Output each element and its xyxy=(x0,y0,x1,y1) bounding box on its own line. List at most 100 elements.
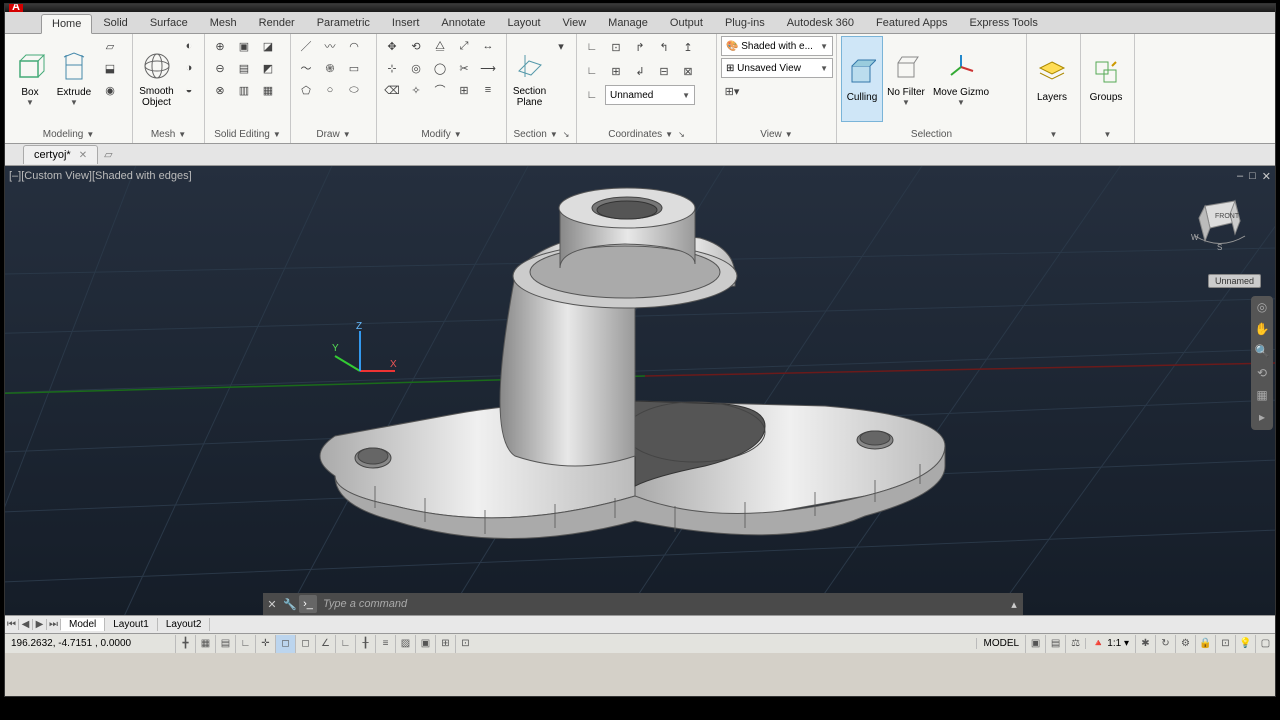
tab-express-tools[interactable]: Express Tools xyxy=(959,13,1049,33)
smooth-less-button[interactable]: ◑ xyxy=(178,58,200,78)
panel-mesh-label[interactable]: Mesh▼ xyxy=(137,125,200,143)
infer-constraints-button[interactable]: ╋ xyxy=(175,635,195,653)
otrack-button[interactable]: ∠ xyxy=(315,635,335,653)
scale-button[interactable]: ⤢ xyxy=(453,36,475,56)
panel-groups-label[interactable]: ▼ xyxy=(1085,125,1130,143)
ucs-y-button[interactable]: ↰ xyxy=(653,37,675,57)
layers-button[interactable]: Layers xyxy=(1031,36,1073,122)
3d-move-button[interactable]: ⊹ xyxy=(381,58,403,78)
view-cube[interactable]: FRONT W S xyxy=(1185,186,1255,256)
edge-button[interactable]: ◩ xyxy=(257,58,279,78)
ucs-view-button[interactable]: ⊟ xyxy=(653,61,675,81)
arc-button[interactable]: ◠ xyxy=(343,36,365,56)
showmotion-button[interactable]: ▦ xyxy=(1254,388,1270,404)
close-viewport-button[interactable]: ✕ xyxy=(1262,170,1271,183)
shell-button[interactable]: ▦ xyxy=(257,80,279,100)
polygon-button[interactable]: ⬠ xyxy=(295,80,317,100)
spline-button[interactable]: ～ xyxy=(295,58,317,78)
array-button[interactable]: ⊞ xyxy=(453,80,475,100)
workspace-button[interactable]: ⚙ xyxy=(1175,635,1195,653)
subtract-button[interactable]: ⊖ xyxy=(209,58,231,78)
panel-draw-label[interactable]: Draw▼ xyxy=(295,125,372,143)
presspull-button[interactable]: ⬓ xyxy=(99,58,121,78)
dyn-button[interactable]: ╂ xyxy=(355,635,375,653)
rotate-button[interactable]: ⟲ xyxy=(405,36,427,56)
ucs-x-button[interactable]: ↱ xyxy=(629,37,651,57)
scale-readout[interactable]: 🔺 1:1 ▾ xyxy=(1085,638,1135,649)
model-space-button[interactable]: MODEL xyxy=(976,638,1025,649)
tab-annotate[interactable]: Annotate xyxy=(430,13,496,33)
close-icon[interactable]: ✕ xyxy=(79,150,87,161)
file-tab-active[interactable]: certyoj*✕ xyxy=(23,145,98,164)
extract-edge-button[interactable]: ▤ xyxy=(233,58,255,78)
smooth-object-button[interactable]: Smooth Object xyxy=(137,36,176,122)
tab-featured-apps[interactable]: Featured Apps xyxy=(865,13,959,33)
tab-insert[interactable]: Insert xyxy=(381,13,431,33)
panel-coordinates-label[interactable]: Coordinates▼↘ xyxy=(581,125,712,143)
layout-next-button[interactable]: ▶ xyxy=(33,619,47,630)
revolve-button[interactable]: ◉ xyxy=(99,80,121,100)
polar-button[interactable]: ✛ xyxy=(255,635,275,653)
cmd-history-button[interactable]: ▴ xyxy=(1005,595,1023,613)
tab-render[interactable]: Render xyxy=(248,13,306,33)
refine-mesh-button[interactable]: ◒ xyxy=(178,80,200,100)
section-flyout-button[interactable]: ▾ xyxy=(550,36,572,56)
move-button[interactable]: ✥ xyxy=(381,36,403,56)
view-config-button[interactable]: ⊞▾ xyxy=(721,81,743,101)
ellipse-button[interactable]: ⬭ xyxy=(343,80,365,100)
face-button[interactable]: ◪ xyxy=(257,36,279,56)
new-file-tab-button[interactable]: ▱ xyxy=(98,145,118,164)
transparency-button[interactable]: ▨ xyxy=(395,635,415,653)
imprint-button[interactable]: ▥ xyxy=(233,80,255,100)
toolbar-lock-button[interactable]: 🔒 xyxy=(1195,635,1215,653)
tab-surface[interactable]: Surface xyxy=(139,13,199,33)
grid-button[interactable]: ▤ xyxy=(215,635,235,653)
tab-output[interactable]: Output xyxy=(659,13,714,33)
ucs-3p-button[interactable]: ↲ xyxy=(629,61,651,81)
auto-scale-button[interactable]: ↻ xyxy=(1155,635,1175,653)
ucs-icon-button[interactable]: ∟ xyxy=(581,37,603,57)
groups-button[interactable]: Groups xyxy=(1085,36,1127,122)
tab-solid[interactable]: Solid xyxy=(92,13,138,33)
extrude-face-button[interactable]: ▣ xyxy=(233,36,255,56)
ucs-named-button[interactable]: ∟ xyxy=(581,85,603,105)
panel-section-label[interactable]: Section▼↘ xyxy=(511,125,572,143)
viewport[interactable]: X Y Z [–][Custom View][Shaded with edges… xyxy=(5,166,1275,615)
culling-button[interactable]: Culling xyxy=(841,36,883,122)
trim-button[interactable]: ✂ xyxy=(453,58,475,78)
panel-solid-editing-label[interactable]: Solid Editing▼ xyxy=(209,125,286,143)
line-button[interactable]: ／ xyxy=(295,36,317,56)
viewcube-unnamed-label[interactable]: Unnamed xyxy=(1208,274,1261,288)
tab-view[interactable]: View xyxy=(552,13,598,33)
cmd-options-button[interactable]: 🔧 xyxy=(281,595,299,613)
lineweight-button[interactable]: ≡ xyxy=(375,635,395,653)
annotation-scale-button[interactable]: ⚖ xyxy=(1065,635,1085,653)
quickview-drawings-button[interactable]: ▤ xyxy=(1045,635,1065,653)
extrude-button[interactable]: Extrude ▼ xyxy=(53,36,95,122)
3d-rotate-button[interactable]: ◎ xyxy=(405,58,427,78)
pan-button[interactable]: ✋ xyxy=(1254,322,1270,338)
snap-button[interactable]: ▦ xyxy=(195,635,215,653)
visual-style-dropdown[interactable]: 🎨 Shaded with e...▼ xyxy=(721,36,833,56)
panel-modeling-label[interactable]: Modeling▼ xyxy=(9,125,128,143)
panel-layers-label[interactable]: ▼ xyxy=(1031,125,1076,143)
erase-button[interactable]: ⌫ xyxy=(381,80,403,100)
smooth-more-button[interactable]: ◐ xyxy=(178,36,200,56)
layout-tab-2[interactable]: Layout2 xyxy=(158,618,211,631)
tab-layout[interactable]: Layout xyxy=(496,13,551,33)
tab-parametric[interactable]: Parametric xyxy=(306,13,381,33)
layout-tab-model[interactable]: Model xyxy=(61,618,105,631)
polysolid-button[interactable]: ▱ xyxy=(99,36,121,56)
layout-tab-1[interactable]: Layout1 xyxy=(105,618,158,631)
layout-prev-button[interactable]: ◀ xyxy=(19,619,33,630)
layout-first-button[interactable]: ⏮ xyxy=(5,619,19,630)
rectangle-button[interactable]: ▭ xyxy=(343,58,365,78)
helix-button[interactable]: ֍ xyxy=(319,58,341,78)
extend-button[interactable]: ⟶ xyxy=(477,58,499,78)
union-button[interactable]: ⊕ xyxy=(209,36,231,56)
tab-manage[interactable]: Manage xyxy=(597,13,659,33)
tab-plugins[interactable]: Plug-ins xyxy=(714,13,776,33)
selection-cycling-button[interactable]: ⊞ xyxy=(435,635,455,653)
cmd-close-button[interactable]: ✕ xyxy=(263,595,281,613)
explode-button[interactable]: ✧ xyxy=(405,80,427,100)
